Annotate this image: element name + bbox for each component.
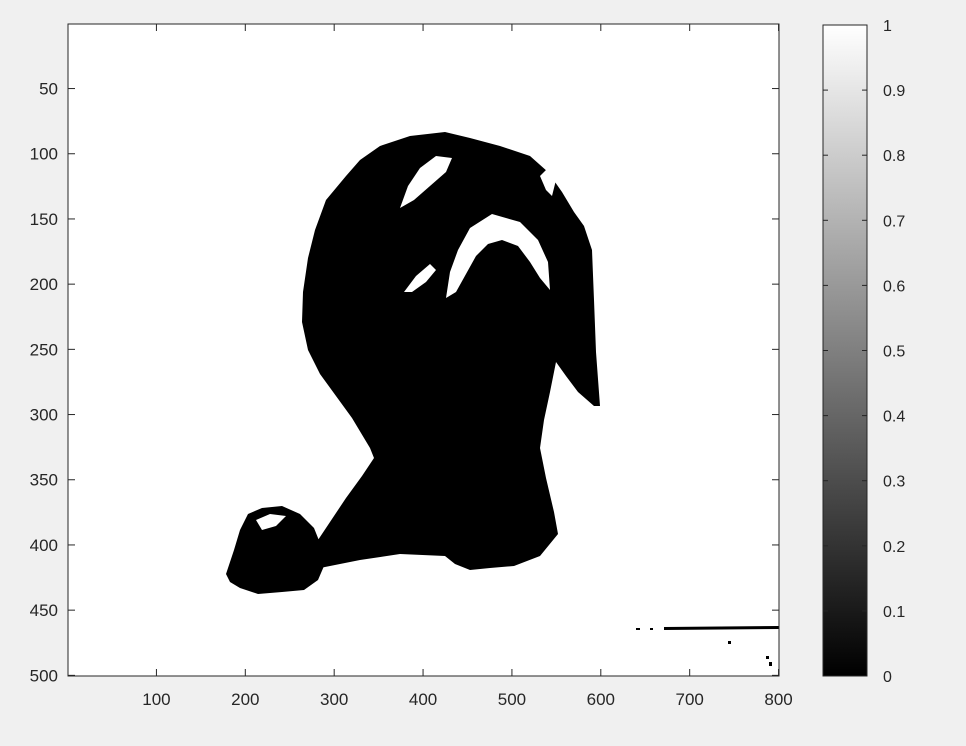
image-axes: 100 200 300 400 500 600 700 800 50 100 150 200 250 3…	[30, 23, 793, 709]
figure-canvas: 100 200 300 400 500 600 700 800 50 100 150 200 250 3…	[30, 18, 906, 709]
colorbar: 0 0.1 0.2 0.3 0.4 0.5 0.6 0.7 0.8 0.9 1	[822, 18, 905, 686]
y-tick-label: 250	[30, 340, 58, 359]
colorbar-gradient	[823, 25, 867, 676]
colorbar-tick-label: 0	[883, 669, 892, 686]
floor-speck	[650, 628, 653, 630]
floor-speck	[636, 628, 640, 630]
colorbar-tick-label: 0.2	[883, 539, 905, 556]
floor-speck	[766, 656, 769, 659]
x-tick-label: 100	[142, 690, 170, 709]
colorbar-tick-label: 0.8	[883, 148, 905, 165]
x-tick-label: 400	[409, 690, 437, 709]
x-tick-label: 200	[231, 690, 259, 709]
y-tick-label: 450	[30, 601, 58, 620]
y-tick-label: 200	[30, 275, 58, 294]
floor-speck	[769, 662, 772, 666]
colorbar-tick-label: 1	[883, 18, 892, 35]
x-tick-label: 800	[764, 690, 792, 709]
y-tick-label: 100	[30, 145, 58, 164]
y-tick-label: 150	[30, 210, 58, 229]
y-tick-label: 350	[30, 471, 58, 490]
colorbar-tick-label: 0.5	[883, 344, 905, 361]
figure-window: 100 200 300 400 500 600 700 800 50 100 150 200 250 3…	[0, 0, 966, 741]
colorbar-tick-label: 0.9	[883, 83, 905, 100]
y-tick-label: 400	[30, 536, 58, 555]
x-tick-label: 600	[587, 690, 615, 709]
x-tick-label: 700	[675, 690, 703, 709]
colorbar-tick-label: 0.6	[883, 278, 905, 295]
floor-speck	[728, 641, 731, 644]
x-tick-label: 300	[320, 690, 348, 709]
colorbar-tick-label: 0.7	[883, 213, 905, 230]
colorbar-tick-label: 0.3	[883, 474, 905, 491]
colorbar-tick-label: 0.1	[883, 604, 905, 621]
x-tick-label: 500	[498, 690, 526, 709]
y-tick-label: 50	[39, 80, 58, 99]
colorbar-tick-label: 0.4	[883, 409, 905, 426]
y-tick-label: 300	[30, 406, 58, 425]
y-tick-label: 500	[30, 666, 58, 685]
